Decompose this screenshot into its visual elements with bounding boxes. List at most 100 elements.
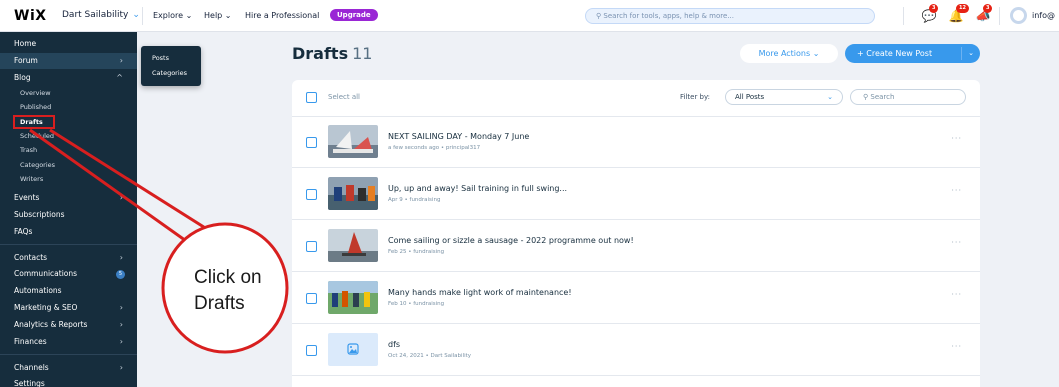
posts-search-input[interactable]: ⚲ Search <box>850 89 966 105</box>
chevron-down-icon[interactable]: ⌄ <box>968 44 974 63</box>
post-meta: Feb 10 • fundraising <box>388 301 445 307</box>
bell-icon[interactable]: 🔔 12 <box>948 4 969 24</box>
more-options-icon[interactable]: ··· <box>951 290 962 299</box>
chevron-right-icon: › <box>119 56 123 65</box>
sidebar-subitem-published[interactable]: Published <box>0 100 137 114</box>
sidebar-item-subscriptions[interactable]: Subscriptions <box>0 207 137 223</box>
post-thumbnail-placeholder <box>328 333 378 366</box>
sidebar-item-blog[interactable]: Blog ^ <box>0 70 137 86</box>
divider <box>903 7 904 25</box>
table-row[interactable]: NEXT SAILING DAY - Monday 7 June a few s… <box>292 116 980 168</box>
chevron-down-icon: ⌄ <box>827 93 833 101</box>
sidebar-subitem-categories[interactable]: Categories <box>0 158 137 172</box>
forum-flyout-menu: Posts Categories <box>141 46 201 86</box>
nav-explore[interactable]: Explore ⌄ <box>153 11 192 20</box>
upgrade-button[interactable]: Upgrade <box>330 9 378 21</box>
megaphone-icon[interactable]: 📣 3 <box>975 4 993 24</box>
flyout-item-posts[interactable]: Posts <box>141 51 201 66</box>
callout-text: Click on Drafts <box>194 267 262 314</box>
filter-select[interactable]: All Posts ⌄ <box>725 89 843 105</box>
global-search-input[interactable]: ⚲ Search for tools, apps, help & more... <box>585 8 875 24</box>
notification-badge: 3 <box>929 4 939 13</box>
more-actions-button[interactable]: More Actions ⌄ <box>740 44 838 63</box>
account-email[interactable]: info@ <box>1032 11 1055 20</box>
chevron-right-icon: › <box>119 363 123 372</box>
notification-badge: 3 <box>983 4 993 13</box>
nav-help[interactable]: Help ⌄ <box>204 11 232 20</box>
flyout-item-categories[interactable]: Categories <box>141 66 201 81</box>
drafts-count: 11 <box>352 44 373 63</box>
sidebar-item-faqs[interactable]: FAQs <box>0 224 137 240</box>
chevron-down-icon: ⌄ <box>132 10 140 20</box>
chevron-down-icon: ⌄ <box>224 11 232 20</box>
filter-by-label: Filter by: <box>680 93 710 101</box>
sidebar-item-events[interactable]: Events › <box>0 190 137 206</box>
sidebar-subitem-scheduled[interactable]: Scheduled <box>0 129 137 143</box>
search-icon: ⚲ <box>596 12 602 20</box>
page-title: Drafts 11 <box>292 44 373 63</box>
sidebar-item-marketing-seo[interactable]: Marketing & SEO › <box>0 300 137 316</box>
post-thumbnail <box>328 229 378 262</box>
site-name-label: Dart Sailability <box>62 10 129 20</box>
select-all-label[interactable]: Select all <box>328 93 360 101</box>
row-checkbox[interactable] <box>306 345 317 356</box>
sidebar-item-channels[interactable]: Channels › <box>0 360 137 376</box>
button-divider <box>961 47 962 60</box>
row-checkbox[interactable] <box>306 137 317 148</box>
chevron-right-icon: › <box>119 253 123 262</box>
post-title[interactable]: Come sailing or sizzle a sausage - 2022 … <box>388 236 634 245</box>
sidebar-item-home[interactable]: Home <box>0 36 137 52</box>
sidebar-item-automations[interactable]: Automations <box>0 283 137 299</box>
filter-bar: Select all Filter by: All Posts ⌄ ⚲ Searc… <box>292 80 980 117</box>
search-icon: ⚲ <box>863 93 869 101</box>
sidebar-subitem-trash[interactable]: Trash <box>0 143 137 157</box>
post-meta: a few seconds ago • principal317 <box>388 145 481 151</box>
wix-logo[interactable]: WiX <box>14 8 47 24</box>
post-meta: Oct 24, 2021 • Dart Sailability <box>388 353 472 359</box>
select-all-checkbox[interactable] <box>306 92 317 103</box>
chevron-up-icon: ^ <box>116 73 123 82</box>
table-row[interactable]: Up, up and away! Sail training in full s… <box>292 168 980 220</box>
post-title[interactable]: dfs <box>388 340 400 349</box>
sidebar-item-contacts[interactable]: Contacts › <box>0 250 137 266</box>
divider <box>142 7 143 25</box>
sidebar-item-analytics[interactable]: Analytics & Reports › <box>0 317 137 333</box>
nav-hire-professional[interactable]: Hire a Professional <box>245 11 319 20</box>
drafts-list: Select all Filter by: All Posts ⌄ ⚲ Searc… <box>292 80 980 387</box>
post-title[interactable]: Up, up and away! Sail training in full s… <box>388 184 567 193</box>
table-row[interactable]: Come sailing or sizzle a sausage - 2022 … <box>292 220 980 272</box>
post-meta: Apr 9 • fundraising <box>388 197 441 203</box>
sidebar-item-forum[interactable]: Forum › <box>0 53 137 69</box>
post-thumbnail <box>328 125 378 158</box>
image-placeholder-icon <box>347 343 359 355</box>
table-row[interactable]: Many hands make light work of maintenanc… <box>292 272 980 324</box>
create-new-post-button[interactable]: + Create New Post ⌄ <box>845 44 980 63</box>
chat-icon[interactable]: 💬 3 <box>921 4 939 24</box>
sidebar-divider <box>0 244 137 245</box>
chevron-right-icon: › <box>119 320 123 329</box>
chevron-down-icon: ⌄ <box>812 49 820 58</box>
post-meta: Feb 25 • fundraising <box>388 249 445 255</box>
more-options-icon[interactable]: ··· <box>951 342 962 351</box>
row-checkbox[interactable] <box>306 189 317 200</box>
more-options-icon[interactable]: ··· <box>951 186 962 195</box>
sidebar-item-settings[interactable]: Settings <box>0 376 137 387</box>
more-options-icon[interactable]: ··· <box>951 238 962 247</box>
sidebar-subitem-overview[interactable]: Overview <box>0 86 137 100</box>
table-row[interactable]: dfs Oct 24, 2021 • Dart Sailability ··· <box>292 324 980 376</box>
sidebar-item-communications[interactable]: Communications 5 <box>0 266 137 282</box>
row-checkbox[interactable] <box>306 293 317 304</box>
divider <box>999 7 1000 25</box>
avatar[interactable] <box>1010 7 1027 24</box>
post-title[interactable]: NEXT SAILING DAY - Monday 7 June <box>388 132 529 141</box>
site-selector[interactable]: Dart Sailability ⌄ <box>62 10 140 20</box>
more-options-icon[interactable]: ··· <box>951 134 962 143</box>
row-checkbox[interactable] <box>306 241 317 252</box>
post-thumbnail <box>328 177 378 210</box>
notification-badge: 12 <box>956 4 969 13</box>
post-title[interactable]: Many hands make light work of maintenanc… <box>388 288 572 297</box>
sidebar-subitem-writers[interactable]: Writers <box>0 172 137 186</box>
sidebar-item-finances[interactable]: Finances › <box>0 334 137 350</box>
chevron-down-icon: ⌄ <box>185 11 193 20</box>
sidebar-subitem-drafts[interactable]: Drafts <box>0 115 137 129</box>
